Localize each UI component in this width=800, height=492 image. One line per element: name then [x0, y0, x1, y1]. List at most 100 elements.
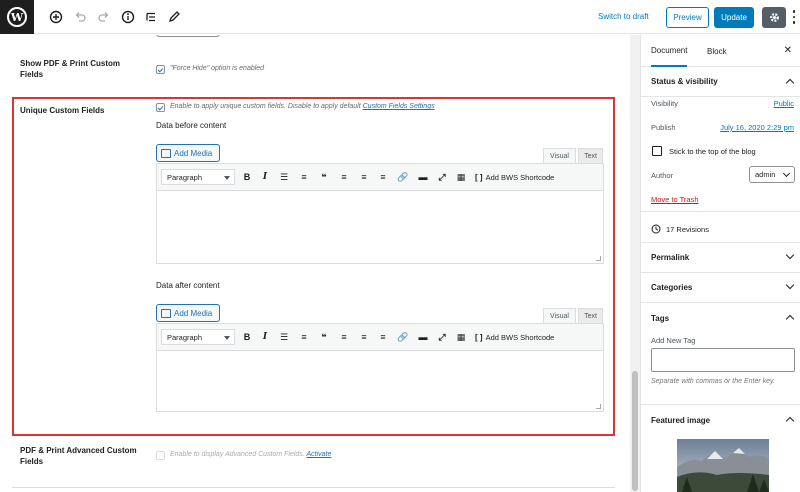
link-icon[interactable]: 🔗 — [397, 171, 409, 183]
toolbar-toggle-icon[interactable]: ▦ — [455, 331, 467, 343]
activate-link[interactable]: Activate — [306, 451, 331, 458]
tab-text-after[interactable]: Text — [578, 308, 603, 323]
panel-title: Permalink — [651, 253, 690, 262]
stick-to-top-checkbox[interactable] — [652, 146, 662, 156]
fullscreen-icon[interactable]: ⤢ — [436, 171, 448, 183]
toolbar-toggle-icon[interactable]: ▦ — [455, 171, 467, 183]
move-to-trash-link[interactable]: Move to Trash — [651, 195, 699, 204]
author-label: Author — [651, 171, 674, 180]
align-left-icon[interactable]: ≡ — [338, 331, 350, 343]
scroll-thumb[interactable] — [632, 371, 638, 491]
format-select-before[interactable]: Paragraph — [161, 169, 235, 185]
read-more-icon[interactable]: ▬ — [417, 171, 429, 183]
settings-sidebar: Document Block ✕ Status & visibility Vis… — [640, 35, 800, 492]
panel-status-visibility[interactable]: Status & visibility — [641, 67, 800, 97]
partial-button-stub — [156, 35, 220, 37]
resize-handle-icon[interactable] — [596, 404, 601, 409]
panel-permalink[interactable]: Permalink — [641, 243, 800, 273]
blockquote-icon[interactable]: ❝ — [318, 171, 330, 183]
close-icon[interactable]: ✕ — [784, 45, 792, 56]
switch-to-draft-button[interactable]: Switch to draft — [598, 12, 649, 21]
stick-to-top-label: Stick to the top of the blog — [669, 147, 756, 156]
add-media-icon — [161, 148, 171, 158]
visibility-link[interactable]: Public — [774, 99, 794, 108]
bws-shortcode-label: Add BWS Shortcode — [485, 332, 555, 342]
tab-text-before[interactable]: Text — [578, 148, 603, 163]
tag-help-text: Separate with commas or the Enter key. — [651, 378, 775, 385]
tab-visual-after[interactable]: Visual — [543, 308, 576, 323]
blockquote-icon[interactable]: ❝ — [318, 331, 330, 343]
revisions-icon — [651, 224, 661, 234]
editor-scrollbar[interactable] — [630, 35, 640, 492]
align-left-icon[interactable]: ≡ — [338, 171, 350, 183]
bws-shortcode-label: Add BWS Shortcode — [485, 172, 555, 182]
align-right-icon[interactable]: ≡ — [377, 331, 389, 343]
add-new-tag-input[interactable] — [651, 348, 795, 372]
chevron-down-icon — [782, 169, 791, 178]
editor-top-bar: W Switch to draft Preview Update — [0, 0, 800, 34]
author-select[interactable]: admin — [749, 166, 795, 183]
editor-content: Show PDF & Print Custom Fields "Force Hi… — [0, 35, 630, 492]
unique-custom-fields-checkbox[interactable] — [156, 103, 165, 112]
info-icon[interactable] — [120, 9, 136, 25]
featured-image-thumbnail[interactable] — [677, 439, 769, 492]
numbered-list-icon[interactable]: ≡ — [298, 331, 310, 343]
align-center-icon[interactable]: ≡ — [358, 171, 370, 183]
divider — [12, 487, 615, 488]
settings-gear-icon[interactable] — [762, 7, 786, 28]
align-right-icon[interactable]: ≡ — [377, 171, 389, 183]
add-media-button-after[interactable]: Add Media — [156, 304, 220, 322]
more-options-icon[interactable] — [790, 9, 798, 25]
custom-fields-settings-link[interactable]: Custom Fields Settings — [363, 103, 435, 110]
add-media-icon — [161, 308, 171, 318]
align-center-icon[interactable]: ≡ — [358, 331, 370, 343]
publish-label: Publish — [651, 123, 676, 132]
revisions-link[interactable]: 17 Revisions — [651, 224, 709, 234]
panel-featured-image[interactable]: Featured image — [641, 405, 800, 435]
editor-body-before[interactable] — [157, 191, 603, 263]
format-select-after[interactable]: Paragraph — [161, 329, 235, 345]
numbered-list-icon[interactable]: ≡ — [298, 171, 310, 183]
advanced-custom-fields-desc: Enable to display Advanced Custom Fields… — [170, 451, 331, 458]
bold-icon[interactable]: B — [241, 171, 253, 183]
bws-shortcode-button-before[interactable]: [ ] Add BWS Shortcode — [475, 169, 554, 185]
panel-title: Featured image — [651, 415, 711, 425]
wordpress-logo-icon[interactable]: W — [0, 0, 34, 34]
bws-shortcode-button-after[interactable]: [ ] Add BWS Shortcode — [475, 329, 554, 345]
add-media-button-before[interactable]: Add Media — [156, 144, 220, 162]
show-pdf-checkbox[interactable] — [156, 65, 165, 74]
resize-handle-icon[interactable] — [596, 256, 601, 261]
add-block-icon[interactable] — [48, 9, 64, 25]
italic-icon[interactable]: I — [259, 171, 271, 183]
italic-icon[interactable]: I — [259, 331, 271, 343]
update-button[interactable]: Update — [714, 7, 754, 28]
bold-icon[interactable]: B — [241, 331, 253, 343]
advanced-custom-fields-checkbox[interactable] — [156, 451, 165, 460]
fullscreen-icon[interactable]: ⤢ — [436, 331, 448, 343]
panel-categories[interactable]: Categories — [641, 273, 800, 303]
block-navigation-icon[interactable] — [143, 9, 159, 25]
tab-document[interactable]: Document — [651, 35, 688, 67]
editor-after-content: Paragraph B I ☰ ≡ ❝ ≡ ≡ ≡ 🔗 ▬ ⤢ ▦ [ ] Add… — [156, 323, 604, 412]
bullet-list-icon[interactable]: ☰ — [278, 331, 290, 343]
redo-icon[interactable] — [96, 9, 112, 25]
show-pdf-note: "Force Hide" option is enabled — [170, 65, 265, 72]
sidebar-tabs: Document Block ✕ — [641, 35, 800, 67]
preview-button[interactable]: Preview — [666, 7, 709, 28]
bullet-list-icon[interactable]: ☰ — [278, 171, 290, 183]
link-icon[interactable]: 🔗 — [397, 331, 409, 343]
format-select-value: Paragraph — [167, 332, 203, 342]
editor-toolbar-after: Paragraph B I ☰ ≡ ❝ ≡ ≡ ≡ 🔗 ▬ ⤢ ▦ [ ] Add… — [157, 324, 603, 351]
undo-icon[interactable] — [72, 9, 88, 25]
publish-date-link[interactable]: July 16, 2020 2:29 pm — [720, 123, 794, 132]
panel-tags[interactable]: Tags — [641, 303, 800, 333]
read-more-icon[interactable]: ▬ — [417, 331, 429, 343]
tab-block[interactable]: Block — [707, 35, 727, 67]
unique-desc-text: Enable to apply unique custom fields. Di… — [170, 103, 363, 110]
revisions-label: 17 Revisions — [666, 224, 709, 234]
add-media-label: Add Media — [174, 148, 213, 158]
edit-pencil-icon[interactable] — [166, 9, 182, 25]
tab-visual-before[interactable]: Visual — [543, 148, 576, 163]
editor-body-after[interactable] — [157, 351, 603, 411]
chevron-down-icon — [785, 250, 795, 260]
